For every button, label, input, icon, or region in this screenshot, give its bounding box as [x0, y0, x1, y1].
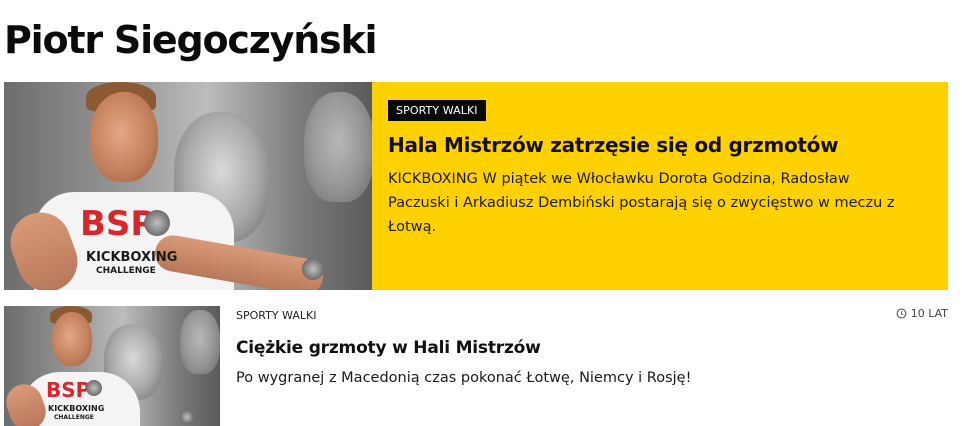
head [52, 312, 92, 366]
featured-article-content: SPORTY WALKI Hala Mistrzów zatrzęsie się… [372, 82, 924, 290]
category-label[interactable]: SPORTY WALKI [236, 309, 316, 322]
featured-article-lead: KICKBOXING W piątek we Włocławku Dorota … [388, 171, 895, 235]
clock-icon [896, 308, 907, 319]
category-badge[interactable]: SPORTY WALKI [388, 100, 486, 121]
article-content: SPORTY WALKI 10 LAT Ciężkie grzmoty w Ha… [220, 306, 948, 426]
head [90, 92, 158, 182]
glove [86, 380, 102, 396]
page-title: Piotr Siegoczyński [4, 18, 378, 62]
article-age-text: 10 LAT [910, 307, 948, 320]
poster-face [180, 310, 220, 374]
shirt-text: KICKBOXING [86, 250, 178, 265]
shirt-logo: BSP [46, 378, 91, 402]
featured-article-image[interactable]: BSP KICKBOXING CHALLENGE [4, 82, 372, 290]
shirt-subtext: CHALLENGE [54, 414, 94, 421]
featured-article-headline[interactable]: Hala Mistrzów zatrzęsie się od grzmotów [388, 133, 908, 157]
shirt-subtext: CHALLENGE [96, 266, 156, 276]
featured-article[interactable]: BSP KICKBOXING CHALLENGE SPORTY WALKI Ha… [4, 82, 948, 290]
glove [180, 410, 194, 424]
glove [144, 210, 170, 236]
article-image[interactable]: BSP KICKBOXING CHALLENGE [4, 306, 220, 426]
shirt-text: KICKBOXING [48, 404, 105, 413]
article-lead: Po wygranej z Macedonią czas pokonać Łot… [236, 370, 692, 386]
glove [302, 258, 324, 280]
article-card[interactable]: BSP KICKBOXING CHALLENGE SPORTY WALKI 10… [4, 306, 948, 426]
article-age: 10 LAT [896, 307, 948, 320]
poster-face [304, 92, 372, 202]
article-headline[interactable]: Ciężkie grzmoty w Hali Mistrzów [236, 338, 948, 358]
